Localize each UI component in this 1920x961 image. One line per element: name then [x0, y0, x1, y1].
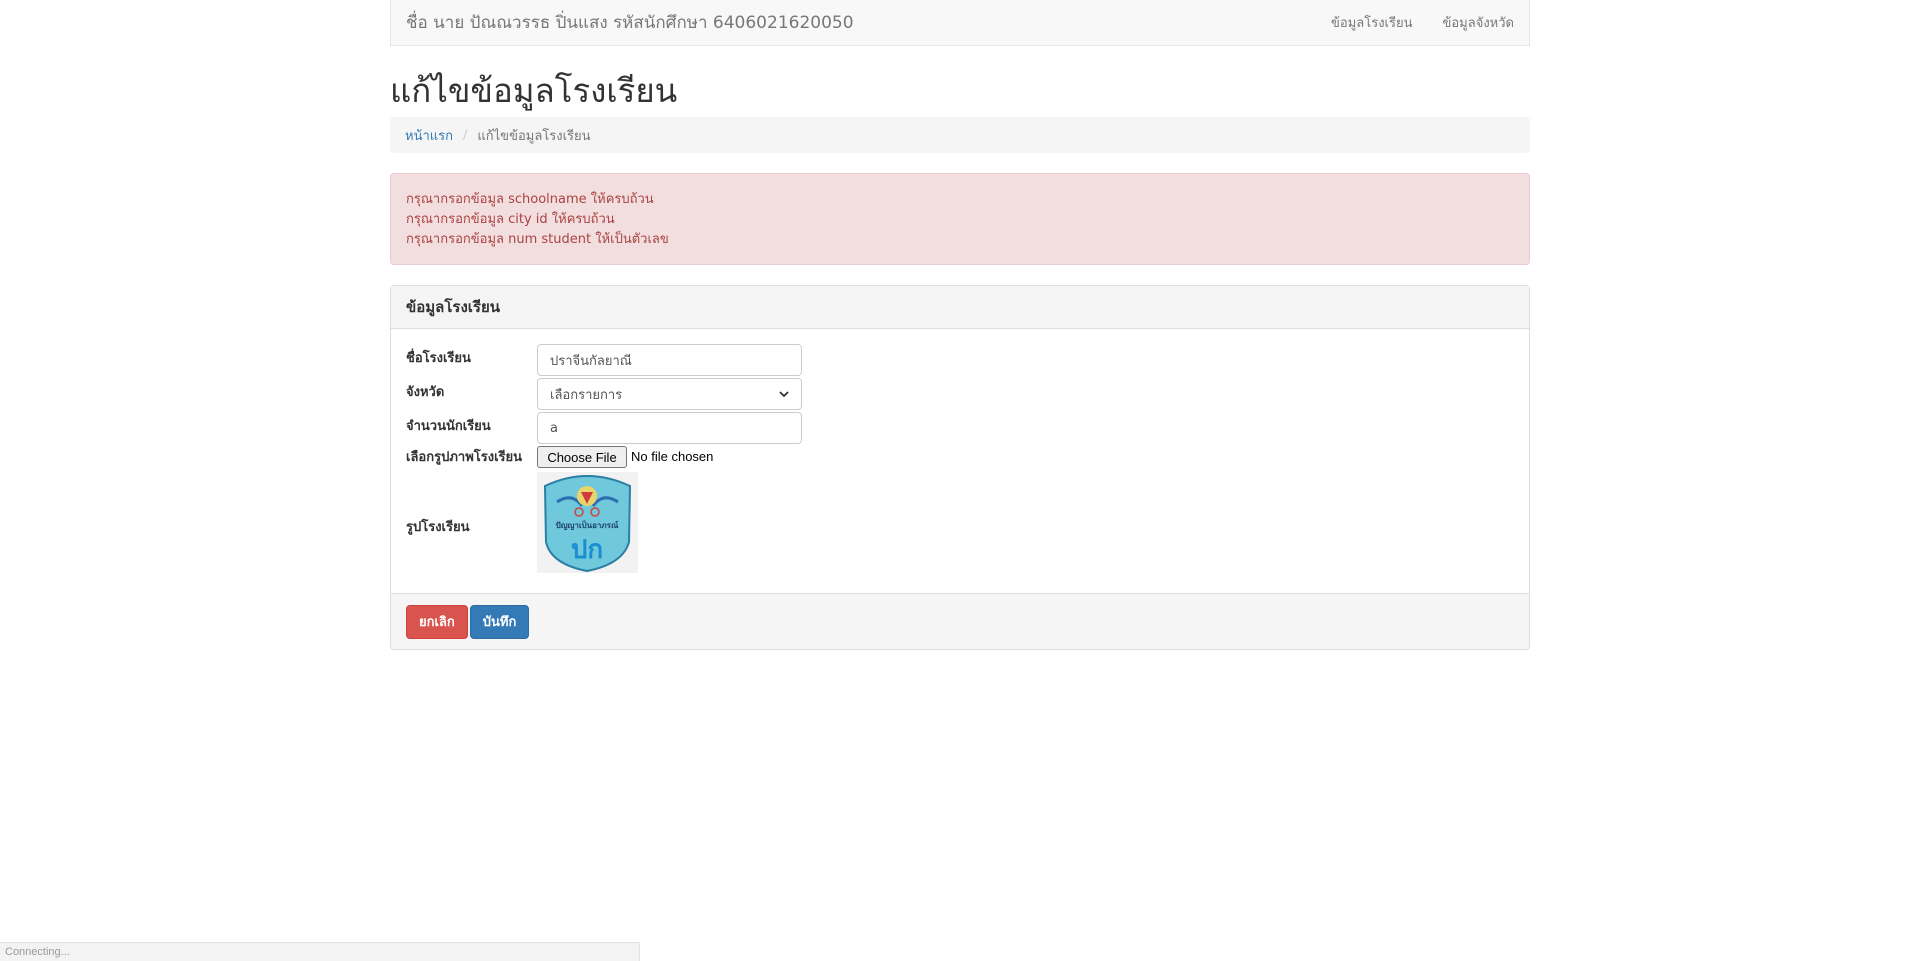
breadcrumb: หน้าแรก / แก้ไขข้อมูลโรงเรียน — [390, 117, 1530, 153]
school-name-input[interactable]: ปราจีนกัลยาณี — [537, 344, 802, 376]
save-button[interactable]: บันทึก — [469, 604, 530, 639]
page-title: แก้ไขข้อมูลโรงเรียน — [390, 71, 678, 110]
breadcrumb-home-link[interactable]: หน้าแรก — [405, 125, 453, 146]
navbar: ชื่อ นาย ปัณณวรรธ ปิ่นแสง รหัสนักศึกษา 6… — [390, 0, 1530, 46]
choose-file-button[interactable]: Choose File — [537, 446, 627, 468]
breadcrumb-separator: / — [463, 127, 468, 143]
cancel-button[interactable]: ยกเลิก — [406, 604, 468, 639]
num-students-label: จำนวนนักเรียน — [406, 419, 491, 434]
province-select[interactable]: เลือกรายการ — [537, 378, 802, 410]
error-message: กรุณากรอกข้อมูล city id ให้ครบถ้วน — [406, 212, 615, 227]
logo-letters-text: ปก — [571, 535, 603, 565]
error-alert: กรุณากรอกข้อมูล schoolname ให้ครบถ้วน กร… — [390, 173, 1530, 265]
panel-heading: ข้อมูลโรงเรียน — [391, 286, 1529, 329]
browser-status-bar: Connecting... — [0, 942, 640, 961]
page-container: ชื่อ นาย ปัณณวรรธ ปิ่นแสง รหัสนักศึกษา 6… — [390, 0, 1530, 650]
school-image-label: เลือกรูปภาพโรงเรียน — [406, 450, 523, 465]
breadcrumb-current: แก้ไขข้อมูลโรงเรียน — [477, 128, 591, 144]
num-students-input[interactable]: a — [537, 412, 802, 444]
panel-body: ชื่อโรงเรียน ปราจีนกัลยาณี จังหวัด เลือก… — [391, 329, 1529, 593]
navbar-links: ข้อมูลโรงเรียน ข้อมูลจังหวัด — [1331, 12, 1514, 33]
navbar-brand[interactable]: ชื่อ นาย ปัณณวรรธ ปิ่นแสง รหัสนักศึกษา 6… — [406, 9, 854, 36]
logo-motto-text: ปัญญาเป็นอาภรณ์ — [556, 519, 619, 531]
school-form-panel: ข้อมูลโรงเรียน ชื่อโรงเรียน ปราจีนกัลยาณ… — [390, 285, 1530, 650]
chevron-down-icon — [779, 388, 789, 401]
school-logo-image: ปัญญาเป็นอาภรณ์ ปก — [537, 472, 638, 573]
error-message: กรุณากรอกข้อมูล schoolname ให้ครบถ้วน — [406, 192, 654, 207]
province-selected-value: เลือกรายการ — [550, 387, 623, 403]
file-status-text: No file chosen — [631, 449, 714, 464]
current-image-label: รูปโรงเรียน — [406, 520, 470, 535]
school-name-label: ชื่อโรงเรียน — [406, 351, 471, 366]
nav-link-schools[interactable]: ข้อมูลโรงเรียน — [1331, 12, 1412, 33]
nav-link-provinces[interactable]: ข้อมูลจังหวัด — [1442, 12, 1514, 33]
error-message: กรุณากรอกข้อมูล num student ให้เป็นตัวเล… — [406, 232, 669, 247]
panel-footer: ยกเลิก บันทึก — [391, 593, 1529, 649]
province-label: จังหวัด — [406, 385, 445, 400]
